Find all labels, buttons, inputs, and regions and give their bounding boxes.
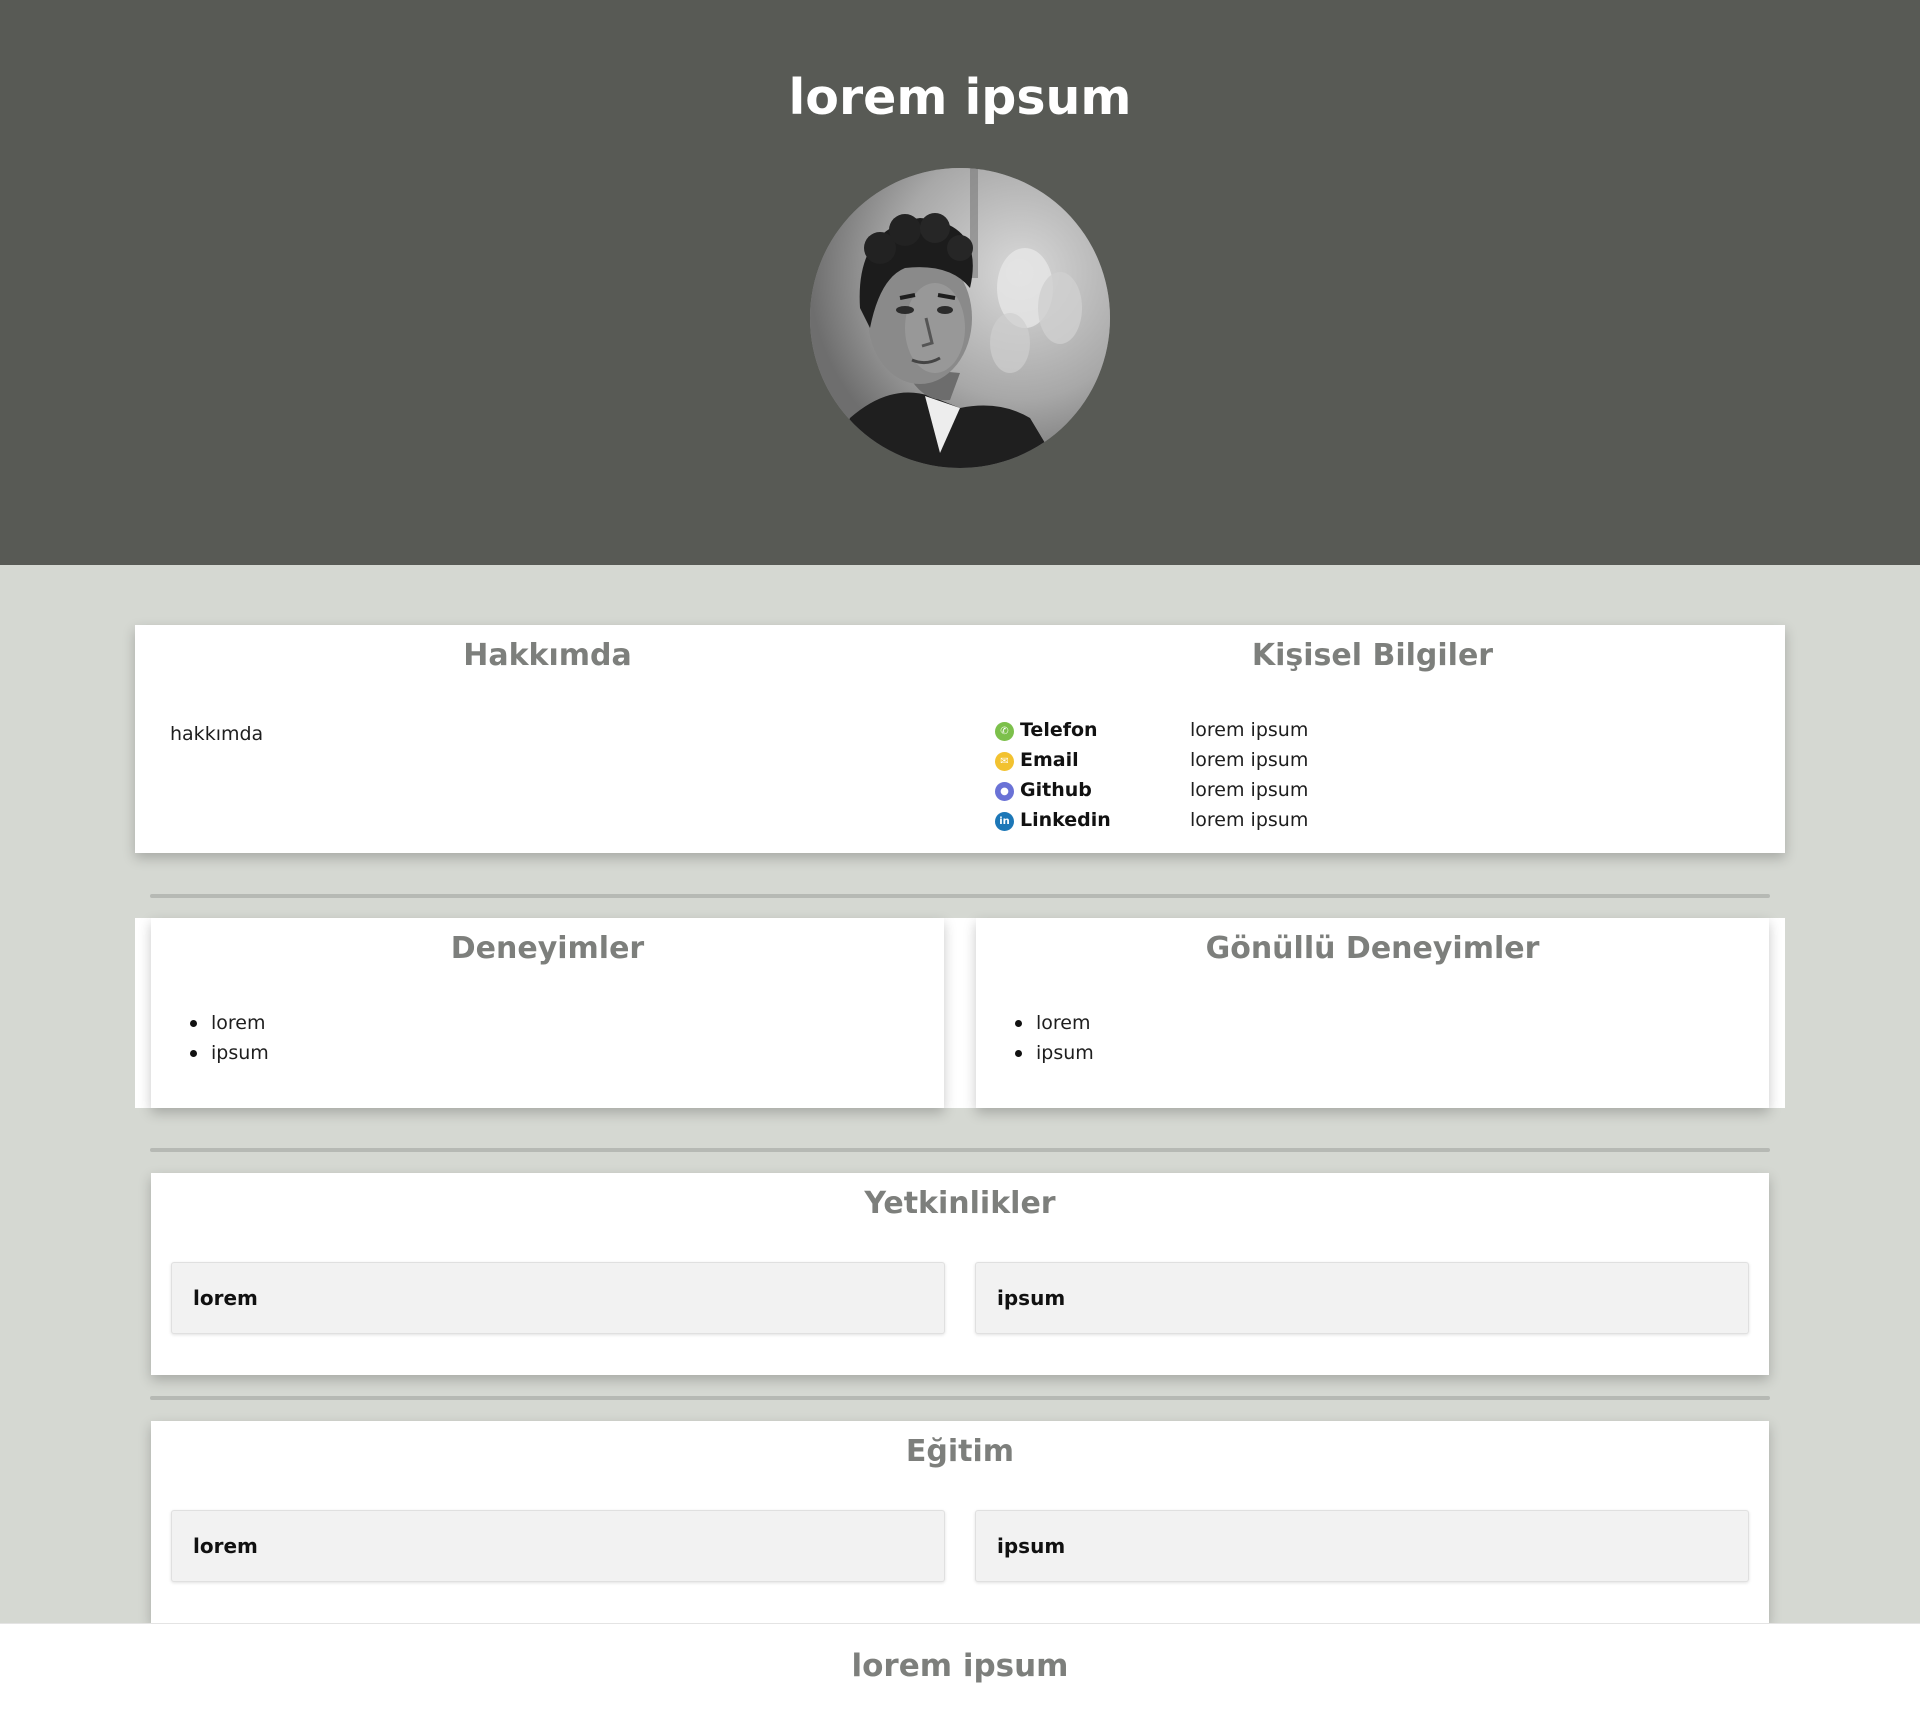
info-row-linkedin: in Linkedin lorem ipsum (995, 805, 1308, 835)
profile-name-title: lorem ipsum (788, 69, 1132, 126)
education-item: ipsum (975, 1510, 1749, 1582)
profile-avatar (810, 168, 1110, 468)
section-divider (150, 1396, 1770, 1400)
experience-list: lorem ipsum (190, 1008, 269, 1068)
info-row-phone: ✆ Telefon lorem ipsum (995, 715, 1308, 745)
linkedin-icon: in (995, 812, 1014, 831)
education-item: lorem (171, 1510, 945, 1582)
about-title: Hakkımda (463, 638, 632, 673)
info-label: Github (1020, 779, 1092, 801)
skills-title: Yetkinlikler (864, 1186, 1056, 1221)
education-card: Eğitim lorem ipsum (151, 1421, 1769, 1623)
section-divider (150, 894, 1770, 898)
list-item: lorem (190, 1008, 269, 1038)
education-title: Eğitim (905, 1434, 1015, 1469)
skills-card: Yetkinlikler lorem ipsum (151, 1173, 1769, 1375)
volunteer-list: lorem ipsum (1015, 1008, 1094, 1068)
experience-title: Deneyimler (450, 931, 645, 966)
experience-card: Deneyimler lorem ipsum (151, 918, 944, 1108)
info-value[interactable]: lorem ipsum (1190, 809, 1308, 831)
volunteer-card: Gönüllü Deneyimler lorem ipsum (976, 918, 1769, 1108)
skill-item: ipsum (975, 1262, 1749, 1334)
page-footer: lorem ipsum (0, 1623, 1920, 1713)
section-divider (150, 1148, 1770, 1152)
info-row-email: ✉ Email lorem ipsum (995, 745, 1308, 775)
info-row-github: ● Github lorem ipsum (995, 775, 1308, 805)
list-item: ipsum (1015, 1038, 1094, 1068)
github-icon: ● (995, 782, 1014, 801)
info-label: Telefon (1020, 719, 1098, 741)
info-value[interactable]: lorem ipsum (1190, 719, 1308, 741)
phone-icon: ✆ (995, 722, 1014, 741)
about-text: hakkımda (170, 723, 264, 745)
personal-info-title: Kişisel Bilgiler (1251, 638, 1494, 673)
footer-text: lorem ipsum (851, 1648, 1069, 1684)
info-label: Linkedin (1020, 809, 1111, 831)
info-label: Email (1020, 749, 1079, 771)
mail-icon: ✉ (995, 752, 1014, 771)
list-item: ipsum (190, 1038, 269, 1068)
profile-header: lorem ipsum (0, 0, 1920, 565)
skill-item: lorem (171, 1262, 945, 1334)
info-value[interactable]: lorem ipsum (1190, 779, 1308, 801)
info-value[interactable]: lorem ipsum (1190, 749, 1308, 771)
list-item: lorem (1015, 1008, 1094, 1038)
about-card: Hakkımda Kişisel Bilgiler hakkımda ✆ Tel… (135, 625, 1785, 853)
volunteer-title: Gönüllü Deneyimler (1205, 931, 1540, 966)
